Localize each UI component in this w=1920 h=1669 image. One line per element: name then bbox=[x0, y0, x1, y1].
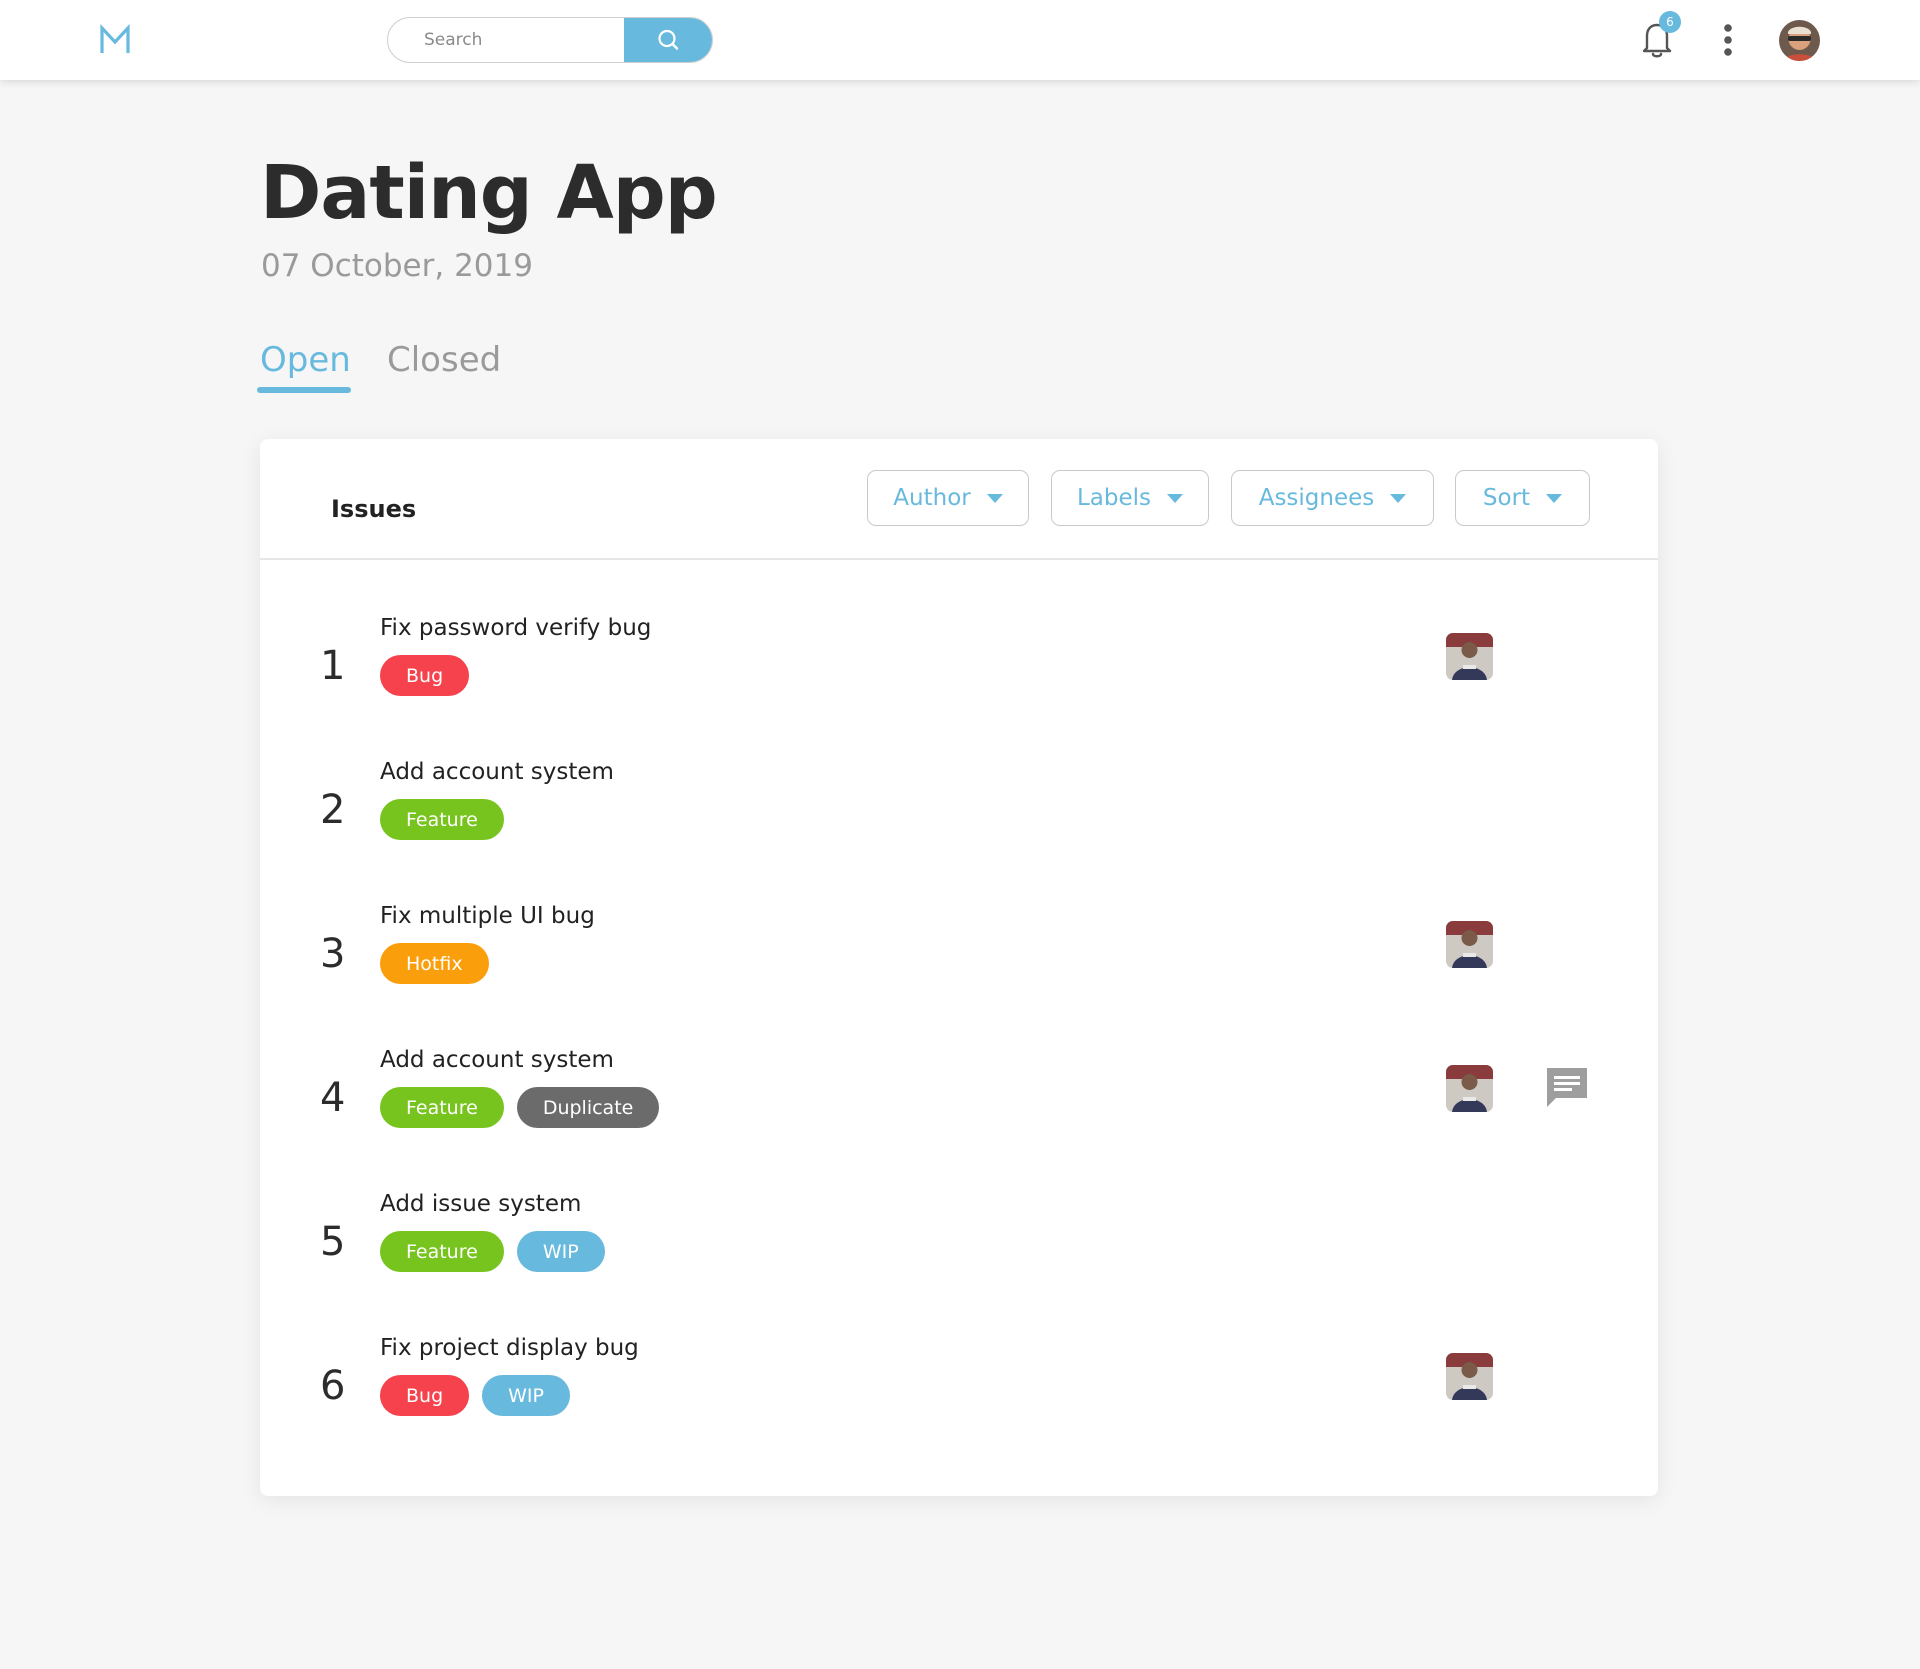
user-avatar[interactable] bbox=[1779, 20, 1820, 61]
sort-dropdown[interactable]: Sort bbox=[1455, 470, 1590, 526]
labels-filter-dropdown[interactable]: Labels bbox=[1051, 470, 1209, 526]
issue-number: 2 bbox=[320, 787, 346, 833]
label-badge-hotfix[interactable]: Hotfix bbox=[380, 943, 489, 984]
issue-number: 5 bbox=[320, 1219, 346, 1265]
issue-tags: Bug WIP bbox=[380, 1375, 570, 1416]
issue-title[interactable]: Add issue system bbox=[380, 1191, 581, 1217]
author-filter-label: Author bbox=[893, 485, 971, 511]
issue-number: 3 bbox=[320, 931, 346, 977]
issue-title[interactable]: Fix password verify bug bbox=[380, 615, 651, 641]
comment-icon[interactable] bbox=[1544, 1065, 1590, 1111]
issue-tags: Feature bbox=[380, 799, 504, 840]
assignee-avatar[interactable] bbox=[1446, 1353, 1493, 1400]
assignees-filter-dropdown[interactable]: Assignees bbox=[1231, 470, 1434, 526]
labels-filter-label: Labels bbox=[1076, 485, 1152, 511]
issue-title[interactable]: Fix project display bug bbox=[380, 1335, 639, 1361]
card-divider bbox=[260, 558, 1658, 560]
caret-down-icon bbox=[1390, 493, 1407, 503]
m-logo-icon[interactable] bbox=[98, 24, 132, 56]
issue-tags: Feature Duplicate bbox=[380, 1087, 660, 1128]
notification-count-badge: 6 bbox=[1659, 11, 1681, 33]
issue-tags: Bug bbox=[380, 655, 470, 696]
caret-down-icon bbox=[986, 493, 1003, 503]
tab-open[interactable]: Open bbox=[260, 340, 351, 380]
search-bar bbox=[387, 17, 713, 63]
page-title: Dating App bbox=[260, 150, 718, 236]
sort-label: Sort bbox=[1482, 485, 1531, 511]
label-badge-feature[interactable]: Feature bbox=[380, 799, 504, 840]
tab-closed[interactable]: Closed bbox=[387, 340, 501, 380]
label-badge-wip[interactable]: WIP bbox=[516, 1231, 605, 1272]
label-badge-wip[interactable]: WIP bbox=[482, 1375, 570, 1416]
issue-title[interactable]: Fix multiple UI bug bbox=[380, 903, 595, 929]
top-bar: 6 bbox=[0, 0, 1920, 80]
issue-title[interactable]: Add account system bbox=[380, 1047, 614, 1073]
issue-number: 1 bbox=[320, 643, 346, 689]
caret-down-icon bbox=[1167, 493, 1184, 503]
project-date: 07 October, 2019 bbox=[261, 248, 533, 284]
issue-row[interactable]: 3 Fix multiple UI bug Hotfix bbox=[260, 903, 1658, 1023]
issues-heading: Issues bbox=[331, 495, 417, 523]
search-button[interactable] bbox=[624, 18, 712, 62]
search-input[interactable] bbox=[388, 18, 626, 62]
label-badge-feature[interactable]: Feature bbox=[380, 1087, 504, 1128]
kebab-menu-icon[interactable] bbox=[1718, 20, 1738, 60]
search-icon bbox=[658, 29, 679, 50]
label-badge-duplicate[interactable]: Duplicate bbox=[516, 1087, 660, 1128]
issue-row[interactable]: 1 Fix password verify bug Bug bbox=[260, 615, 1658, 735]
issue-row[interactable]: 2 Add account system Feature bbox=[260, 759, 1658, 879]
assignee-avatar[interactable] bbox=[1446, 921, 1493, 968]
issue-row[interactable]: 5 Add issue system Feature WIP bbox=[260, 1191, 1658, 1311]
assignee-avatar[interactable] bbox=[1446, 1065, 1493, 1112]
issue-tags: Hotfix bbox=[380, 943, 489, 984]
label-badge-bug[interactable]: Bug bbox=[380, 1375, 470, 1416]
author-filter-dropdown[interactable]: Author bbox=[867, 470, 1029, 526]
assignee-avatar[interactable] bbox=[1446, 633, 1493, 680]
issue-title[interactable]: Add account system bbox=[380, 759, 614, 785]
label-badge-bug[interactable]: Bug bbox=[380, 655, 470, 696]
assignees-filter-label: Assignees bbox=[1258, 485, 1375, 511]
issues-card: Issues Author Labels Assignees Sort 1 Fix… bbox=[260, 439, 1658, 1496]
caret-down-icon bbox=[1546, 493, 1563, 503]
issue-row[interactable]: 4 Add account system Feature Duplicate bbox=[260, 1047, 1658, 1167]
issue-number: 6 bbox=[320, 1363, 346, 1409]
issue-row[interactable]: 6 Fix project display bug Bug WIP bbox=[260, 1335, 1658, 1455]
issue-number: 4 bbox=[320, 1075, 346, 1121]
label-badge-feature[interactable]: Feature bbox=[380, 1231, 504, 1272]
active-tab-indicator bbox=[257, 387, 351, 393]
issue-tags: Feature WIP bbox=[380, 1231, 605, 1272]
